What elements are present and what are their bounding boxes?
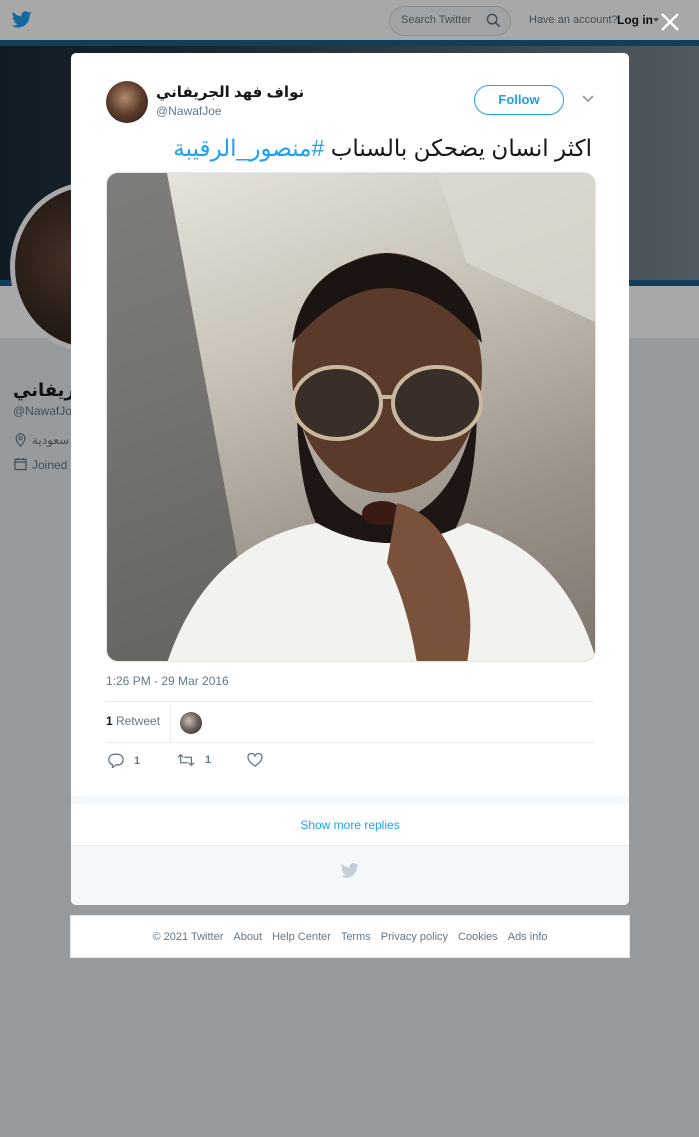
tweet-media[interactable] bbox=[106, 172, 596, 662]
tweet-modal: نواف فهد الجريفاني @NawafJoe Follow اكثر… bbox=[71, 53, 629, 905]
footer-link-terms[interactable]: Terms bbox=[341, 931, 371, 943]
retweet-count[interactable]: 1 bbox=[106, 714, 113, 728]
divider bbox=[106, 701, 594, 702]
reply-icon[interactable] bbox=[108, 753, 124, 768]
tweet-timestamp[interactable]: 1:26 PM - 29 Mar 2016 bbox=[106, 674, 229, 688]
retweet-label[interactable]: Retweet bbox=[116, 714, 160, 728]
media-illustration bbox=[107, 173, 595, 661]
tweet-body: اكثر انسان يضحكن بالسناب bbox=[330, 135, 592, 161]
page-footer: © 2021 Twitter About Help Center Terms P… bbox=[70, 915, 630, 958]
retweeter-avatar[interactable] bbox=[180, 712, 202, 734]
retweet-action[interactable]: 1 bbox=[177, 753, 211, 767]
author-name[interactable]: نواف فهد الجريفاني bbox=[156, 83, 304, 101]
tweet-text: اكثر انسان يضحكن بالسناب #منصور_الرقيبة bbox=[106, 133, 592, 163]
chevron-down-icon[interactable] bbox=[582, 95, 594, 103]
heart-icon[interactable] bbox=[247, 753, 263, 767]
twitter-bird-icon bbox=[341, 863, 359, 878]
modal-footer bbox=[71, 846, 629, 905]
retweet-icon[interactable] bbox=[177, 753, 195, 767]
reply-action[interactable]: 1 bbox=[108, 753, 140, 768]
like-action[interactable] bbox=[247, 753, 263, 767]
footer-link-privacy[interactable]: Privacy policy bbox=[381, 931, 448, 943]
footer-link-help-center[interactable]: Help Center bbox=[272, 931, 331, 943]
retweet-action-count: 1 bbox=[205, 754, 212, 766]
hashtag-link[interactable]: #منصور_الرقيبة bbox=[173, 135, 324, 161]
reply-count: 1 bbox=[134, 754, 141, 767]
stats-separator bbox=[170, 703, 171, 743]
footer-link-about[interactable]: About bbox=[233, 931, 262, 943]
divider bbox=[106, 742, 594, 743]
show-more-replies-link[interactable]: Show more replies bbox=[71, 805, 629, 846]
author-avatar[interactable] bbox=[106, 81, 148, 123]
footer-link-cookies[interactable]: Cookies bbox=[458, 931, 498, 943]
replies-separator bbox=[71, 796, 629, 804]
author-handle[interactable]: @NawafJoe bbox=[156, 104, 222, 118]
footer-copyright: © 2021 Twitter bbox=[152, 930, 224, 943]
close-icon[interactable] bbox=[658, 10, 682, 34]
follow-button[interactable]: Follow bbox=[474, 85, 564, 115]
footer-link-ads-info[interactable]: Ads info bbox=[508, 931, 548, 943]
